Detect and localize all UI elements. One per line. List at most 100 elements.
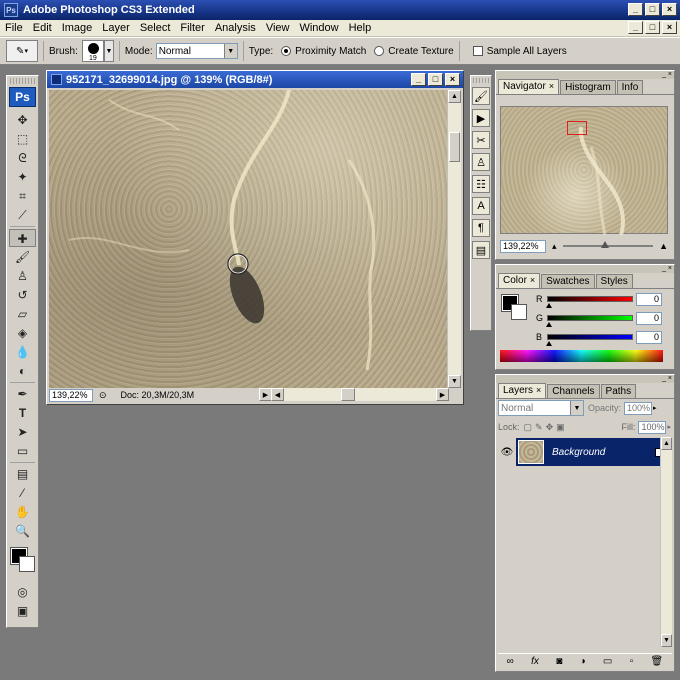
type-tool-icon[interactable]: T xyxy=(9,404,36,422)
new-group-icon[interactable]: ▭ xyxy=(603,656,612,667)
vertical-scroll-thumb[interactable] xyxy=(449,132,460,162)
red-slider[interactable] xyxy=(546,296,633,308)
brush-dropdown-arrow[interactable]: ▼ xyxy=(103,40,114,62)
menu-select[interactable]: Select xyxy=(135,22,176,34)
layer-mask-icon[interactable]: ◙ xyxy=(556,656,562,667)
tab-info[interactable]: Info xyxy=(616,80,644,94)
horizontal-scrollbar[interactable]: ▶ ◀ ▶ xyxy=(259,388,449,401)
create-texture-label[interactable]: Create Texture xyxy=(388,46,453,57)
slider-triangle-icon[interactable] xyxy=(546,341,552,346)
dock-grip[interactable] xyxy=(473,78,489,83)
menu-view[interactable]: View xyxy=(261,22,295,34)
scroll-up-icon[interactable]: ▲ xyxy=(448,90,461,103)
menu-image[interactable]: Image xyxy=(57,22,98,34)
character-icon[interactable]: A xyxy=(472,197,490,215)
menu-edit[interactable]: Edit xyxy=(28,22,57,34)
navigator-thumbnail[interactable] xyxy=(500,106,668,235)
lock-position-icon[interactable]: ✥ xyxy=(546,422,554,433)
pen-tool-icon[interactable]: ✒ xyxy=(9,385,36,403)
zoom-tool-icon[interactable]: 🔍 xyxy=(9,522,36,540)
brush-tool-icon[interactable]: 🖌 xyxy=(9,248,36,266)
tab-swatches[interactable]: Swatches xyxy=(541,274,595,288)
close-button[interactable]: × xyxy=(662,3,677,16)
move-tool-icon[interactable]: ✥ xyxy=(9,111,36,129)
paragraph-icon[interactable]: ¶ xyxy=(472,219,490,237)
mode-select[interactable]: Normal ▼ xyxy=(155,43,238,59)
healing-brush-tool-icon[interactable]: ✚ xyxy=(9,229,36,247)
screen-mode-icon[interactable]: ▣ xyxy=(9,602,36,620)
quick-mask-icon[interactable]: ◎ xyxy=(9,583,36,601)
proximity-match-radio[interactable] xyxy=(281,46,292,56)
clone-source-icon[interactable]: ♙ xyxy=(472,153,490,171)
hand-tool-icon[interactable]: ✋ xyxy=(9,503,36,521)
menu-analysis[interactable]: Analysis xyxy=(210,22,261,34)
maximize-button[interactable]: □ xyxy=(645,3,660,16)
blur-tool-icon[interactable]: 💧 xyxy=(9,343,36,361)
lock-transparent-icon[interactable]: ▢ xyxy=(524,422,533,433)
eye-icon[interactable]: 👁 xyxy=(498,447,516,458)
fill-field[interactable]: 100% xyxy=(638,420,667,434)
doc-restore-button[interactable]: □ xyxy=(645,21,660,34)
tool-preset-picker[interactable]: ✎ ▾ xyxy=(6,40,38,62)
menu-layer[interactable]: Layer xyxy=(97,22,135,34)
green-slider[interactable] xyxy=(546,315,633,327)
new-layer-icon[interactable]: ▫ xyxy=(630,656,634,667)
lasso-tool-icon[interactable]: ᘓ xyxy=(9,149,36,167)
marquee-tool-icon[interactable]: ⬚ xyxy=(9,130,36,148)
panel-grip[interactable]: _ × xyxy=(496,71,674,79)
panel-grip[interactable]: _ × xyxy=(496,265,674,273)
doc-close-button[interactable]: × xyxy=(662,21,677,34)
zoom-out-icon[interactable]: ▴ xyxy=(552,241,557,252)
ps-logo[interactable]: Ps xyxy=(9,87,36,107)
document-title-bar[interactable]: 952171_32699014.jpg @ 139% (RGB/8#) _ □ … xyxy=(47,71,463,88)
tab-histogram[interactable]: Histogram xyxy=(560,80,616,94)
color-spectrum-ramp[interactable] xyxy=(500,350,663,362)
tab-styles[interactable]: Styles xyxy=(595,274,633,288)
sample-all-layers-checkbox[interactable] xyxy=(472,46,483,56)
trash-icon[interactable]: 🗑 xyxy=(651,656,664,667)
notes-tool-icon[interactable]: ▤ xyxy=(9,465,36,483)
scroll-left-icon[interactable]: ◀ xyxy=(271,388,284,401)
brushes-icon[interactable]: 🖌 xyxy=(472,87,490,105)
blue-slider[interactable] xyxy=(546,334,633,346)
zoom-in-icon[interactable]: ▲ xyxy=(659,241,668,251)
doc-window-close-button[interactable]: × xyxy=(445,73,460,86)
opacity-field[interactable]: 100% xyxy=(624,401,653,415)
slider-triangle-icon[interactable] xyxy=(546,303,552,308)
measurement-log-icon[interactable]: ▤ xyxy=(472,241,490,259)
layers-scrollbar[interactable]: ▲ ▼ xyxy=(660,437,672,647)
tab-channels[interactable]: Channels xyxy=(547,384,600,398)
status-menu-icon[interactable]: ⊙ xyxy=(99,390,107,401)
lock-image-icon[interactable]: ✎ xyxy=(535,422,543,433)
blue-value-field[interactable]: 0 xyxy=(636,330,662,344)
actions-icon[interactable]: ▶ xyxy=(472,109,490,127)
navigator-zoom-slider[interactable] xyxy=(562,241,654,248)
toolbox-grip[interactable] xyxy=(10,78,35,84)
eyedropper-tool-icon[interactable]: ⁄ xyxy=(9,484,36,502)
blend-mode-select[interactable]: Normal ▼ xyxy=(498,400,584,416)
layer-row[interactable]: 👁 Background xyxy=(498,437,672,467)
adjustment-layer-icon[interactable]: ◑ xyxy=(580,656,586,667)
tab-color[interactable]: Color × xyxy=(498,273,541,288)
zoom-field[interactable]: 139,22% xyxy=(49,388,93,402)
brush-picker[interactable]: 19 xyxy=(81,40,104,62)
horizontal-scroll-thumb[interactable] xyxy=(341,388,355,401)
clone-stamp-tool-icon[interactable]: ♙ xyxy=(9,267,36,285)
scroll-right-icon[interactable]: ▶ xyxy=(436,388,449,401)
crop-tool-icon[interactable]: ⌗ xyxy=(9,187,36,205)
navigator-zoom-field[interactable]: 139,22% xyxy=(500,239,546,253)
menu-filter[interactable]: Filter xyxy=(175,22,209,34)
slider-triangle-icon[interactable] xyxy=(546,322,552,327)
history-brush-tool-icon[interactable]: ↺ xyxy=(9,286,36,304)
opacity-arrow-icon[interactable]: ▸ xyxy=(653,404,657,412)
doc-window-maximize-button[interactable]: □ xyxy=(428,73,443,86)
menu-file[interactable]: File xyxy=(0,22,28,34)
background-color-swatch[interactable] xyxy=(19,556,35,572)
sample-all-layers-label[interactable]: Sample All Layers xyxy=(487,46,567,57)
link-layers-icon[interactable]: ∞ xyxy=(507,656,514,667)
dodge-tool-icon[interactable]: ◐ xyxy=(9,362,36,380)
magic-wand-tool-icon[interactable]: ✦ xyxy=(9,168,36,186)
proximity-match-label[interactable]: Proximity Match xyxy=(295,46,366,57)
panel-grip[interactable]: _ × xyxy=(496,375,674,383)
eraser-tool-icon[interactable]: ▱ xyxy=(9,305,36,323)
